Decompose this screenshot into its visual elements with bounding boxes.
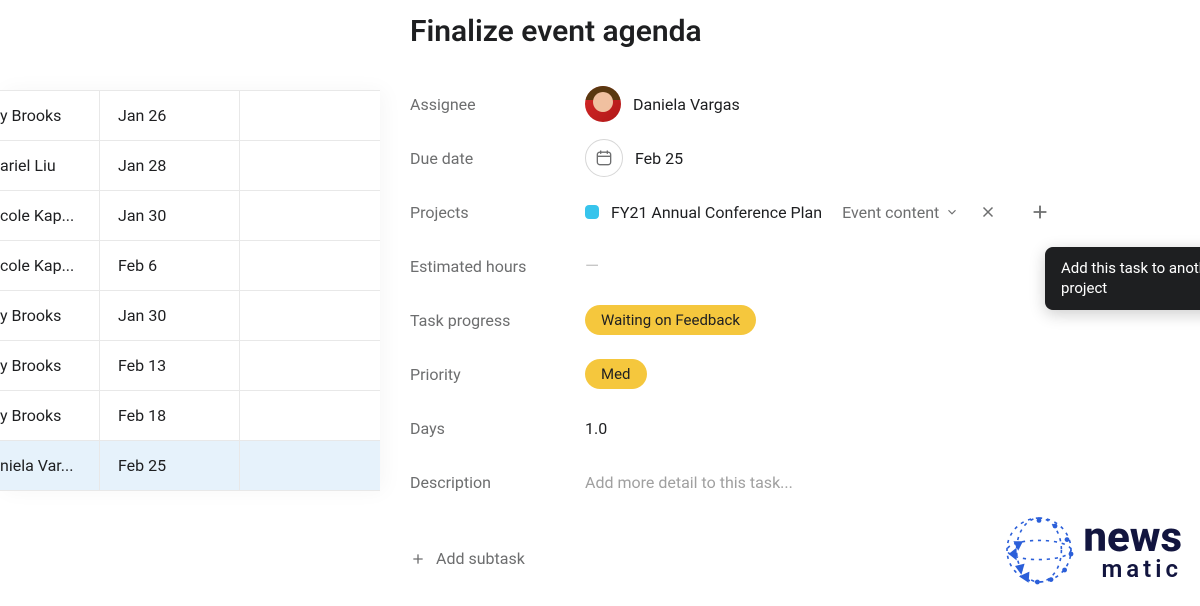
plus-icon xyxy=(410,551,426,567)
projects-value: FY21 Annual Conference Plan Event conten… xyxy=(585,201,1180,223)
date-cell[interactable]: Feb 25 xyxy=(100,441,240,490)
assignee-row: Assignee Daniela Vargas xyxy=(410,77,1180,131)
date-cell[interactable]: Jan 30 xyxy=(100,191,240,240)
chevron-down-icon xyxy=(945,205,959,219)
empty-cell xyxy=(240,441,380,490)
calendar-icon[interactable] xyxy=(585,139,623,177)
add-subtask-label: Add subtask xyxy=(436,549,525,568)
due-date-label: Due date xyxy=(410,149,585,168)
table-row[interactable]: cole Kap...Feb 6 xyxy=(0,241,380,291)
assignee-name: Daniela Vargas xyxy=(633,95,740,114)
days-row: Days 1.0 xyxy=(410,401,1180,455)
globe-icon xyxy=(999,514,1079,586)
description-row: Description Add more detail to this task… xyxy=(410,455,1180,509)
date-cell[interactable]: Jan 30 xyxy=(100,291,240,340)
priority-row: Priority Med xyxy=(410,347,1180,401)
empty-cell xyxy=(240,91,380,140)
estimated-hours-dash: — xyxy=(585,256,599,277)
task-progress-value[interactable]: Waiting on Feedback xyxy=(585,305,1180,335)
task-title[interactable]: Finalize event agenda xyxy=(410,14,1180,49)
table-row[interactable]: y BrooksFeb 18 xyxy=(0,391,380,441)
task-list-table: y BrooksJan 26ariel LiuJan 28cole Kap...… xyxy=(0,90,380,491)
table-row[interactable]: cole Kap...Jan 30 xyxy=(0,191,380,241)
estimated-hours-label: Estimated hours xyxy=(410,257,585,276)
days-text: 1.0 xyxy=(585,419,607,438)
date-cell[interactable]: Feb 6 xyxy=(100,241,240,290)
assignee-cell[interactable]: ariel Liu xyxy=(0,141,100,190)
assignee-cell[interactable]: y Brooks xyxy=(0,291,100,340)
estimated-hours-value[interactable]: — xyxy=(585,256,1180,277)
project-color-chip xyxy=(585,205,599,219)
empty-cell xyxy=(240,141,380,190)
description-label: Description xyxy=(410,473,585,492)
projects-label: Projects xyxy=(410,203,585,222)
date-cell[interactable]: Feb 18 xyxy=(100,391,240,440)
assignee-cell[interactable]: y Brooks xyxy=(0,341,100,390)
date-cell[interactable]: Jan 28 xyxy=(100,141,240,190)
watermark-logo: news matic xyxy=(999,514,1182,586)
assignee-label: Assignee xyxy=(410,95,585,114)
remove-project-icon[interactable] xyxy=(979,203,997,221)
table-row[interactable]: y BrooksJan 30 xyxy=(0,291,380,341)
due-date-text: Feb 25 xyxy=(635,149,683,168)
empty-cell xyxy=(240,291,380,340)
assignee-value[interactable]: Daniela Vargas xyxy=(585,86,1180,122)
priority-label: Priority xyxy=(410,365,585,384)
projects-row: Projects FY21 Annual Conference Plan Eve… xyxy=(410,185,1180,239)
empty-cell xyxy=(240,241,380,290)
due-date-value[interactable]: Feb 25 xyxy=(585,139,1180,177)
due-date-row: Due date Feb 25 xyxy=(410,131,1180,185)
project-section-dropdown[interactable]: Event content xyxy=(842,203,959,222)
add-project-icon[interactable] xyxy=(1029,201,1051,223)
table-row[interactable]: niela Var...Feb 25 xyxy=(0,441,380,491)
table-row[interactable]: y BrooksJan 26 xyxy=(0,91,380,141)
description-placeholder: Add more detail to this task... xyxy=(585,473,793,492)
assignee-cell[interactable]: niela Var... xyxy=(0,441,100,490)
empty-cell xyxy=(240,341,380,390)
progress-badge[interactable]: Waiting on Feedback xyxy=(585,305,756,335)
table-row[interactable]: y BrooksFeb 13 xyxy=(0,341,380,391)
assignee-cell[interactable]: cole Kap... xyxy=(0,191,100,240)
assignee-cell[interactable]: y Brooks xyxy=(0,391,100,440)
avatar[interactable] xyxy=(585,86,621,122)
date-cell[interactable]: Jan 26 xyxy=(100,91,240,140)
assignee-cell[interactable]: cole Kap... xyxy=(0,241,100,290)
assignee-cell[interactable]: y Brooks xyxy=(0,91,100,140)
description-value[interactable]: Add more detail to this task... xyxy=(585,473,1180,492)
empty-cell xyxy=(240,191,380,240)
date-cell[interactable]: Feb 13 xyxy=(100,341,240,390)
project-section-label: Event content xyxy=(842,203,939,222)
table-row[interactable]: ariel LiuJan 28 xyxy=(0,141,380,191)
days-label: Days xyxy=(410,419,585,438)
empty-cell xyxy=(240,391,380,440)
watermark-text-1: news xyxy=(1083,517,1182,559)
project-name[interactable]: FY21 Annual Conference Plan xyxy=(611,203,822,222)
days-value[interactable]: 1.0 xyxy=(585,419,1180,438)
task-progress-label: Task progress xyxy=(410,311,585,330)
priority-badge[interactable]: Med xyxy=(585,359,647,389)
priority-value[interactable]: Med xyxy=(585,359,1180,389)
